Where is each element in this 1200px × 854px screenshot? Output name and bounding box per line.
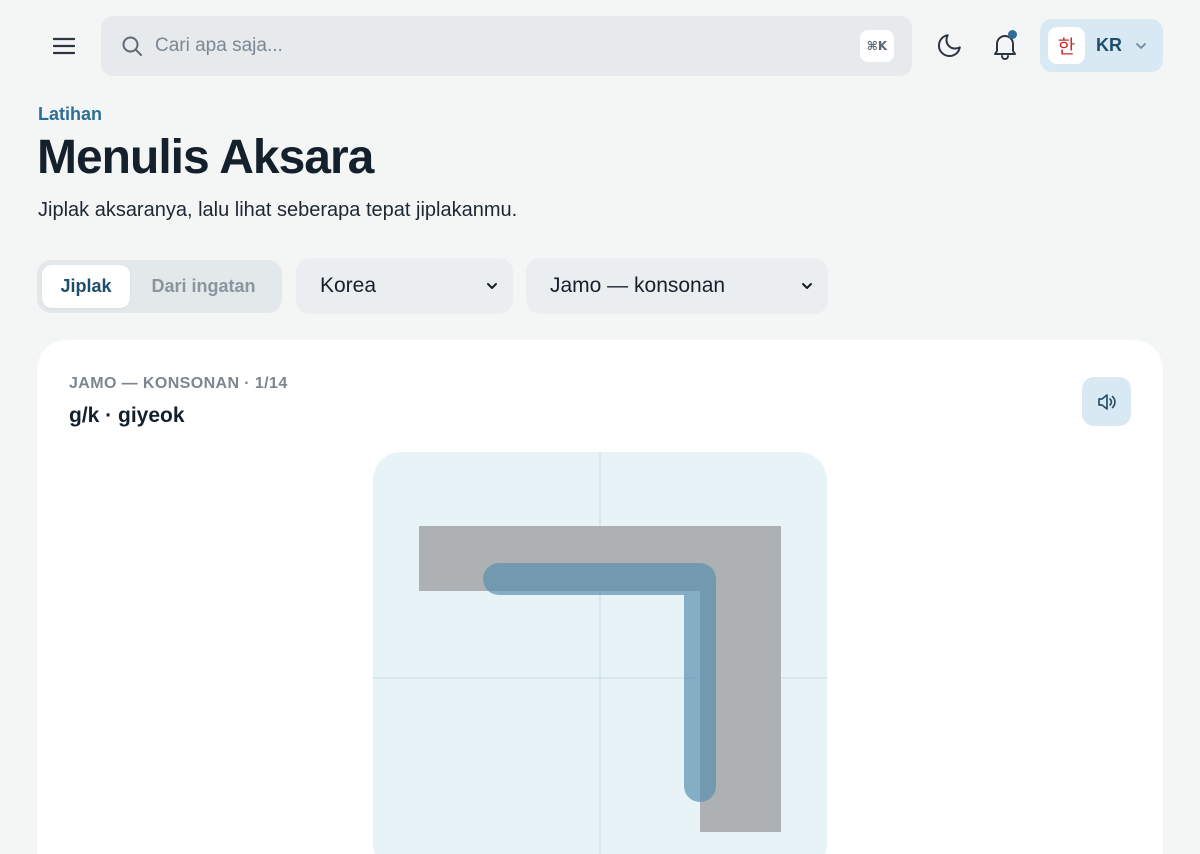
script-select[interactable]: Korea xyxy=(296,258,513,314)
chevron-down-icon xyxy=(487,283,497,289)
moon-icon xyxy=(937,34,961,58)
search-input[interactable]: Cari apa saja... xyxy=(155,35,860,57)
set-select[interactable]: Jamo — konsonan xyxy=(526,258,828,314)
card-progress-label: JAMO — KONSONAN · 1/14 xyxy=(69,375,288,392)
set-select-value: Jamo — konsonan xyxy=(550,274,726,297)
speaker-icon xyxy=(1097,393,1116,410)
practice-card: JAMO — KONSONAN · 1/14 g/k · giyeok xyxy=(37,340,1163,854)
hamburger-menu-icon xyxy=(53,37,75,55)
chevron-down-icon xyxy=(802,283,812,289)
tab-jiplak[interactable]: Jiplak xyxy=(42,265,130,308)
script-select-value: Korea xyxy=(320,274,377,297)
search-bar[interactable]: Cari apa saja... ⌘K xyxy=(101,16,912,76)
language-switcher[interactable]: 한 KR xyxy=(1040,19,1163,72)
tab-dari-ingatan[interactable]: Dari ingatan xyxy=(130,265,277,308)
tracing-canvas[interactable] xyxy=(373,452,827,854)
page-subtitle: Jiplak aksaranya, lalu lihat seberapa te… xyxy=(38,199,518,221)
keyboard-shortcut-badge: ⌘K xyxy=(860,30,894,62)
language-code: KR xyxy=(1096,35,1122,55)
menu-button[interactable] xyxy=(44,26,84,66)
theme-toggle-button[interactable] xyxy=(929,26,969,66)
mode-tabs: Jiplak Dari ingatan xyxy=(37,260,282,313)
play-sound-button[interactable] xyxy=(1082,377,1131,426)
unread-indicator xyxy=(1008,30,1017,39)
notifications-button[interactable] xyxy=(985,26,1025,66)
character-name: g/k · giyeok xyxy=(69,404,185,427)
tracing-surface xyxy=(373,452,827,854)
language-flag-icon: 한 xyxy=(1048,27,1085,64)
chevron-down-icon xyxy=(1136,42,1146,49)
search-icon xyxy=(122,36,142,56)
page-title: Menulis Aksara xyxy=(37,131,374,184)
page-eyebrow: Latihan xyxy=(38,104,103,124)
